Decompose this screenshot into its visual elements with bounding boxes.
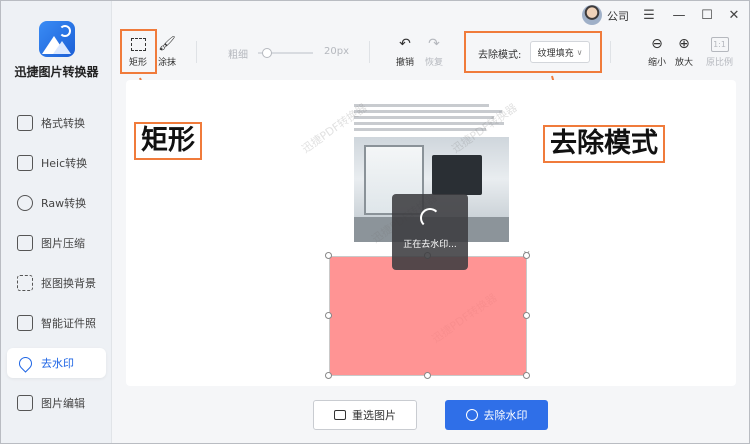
id-photo-icon: [17, 315, 33, 331]
brush-tool-label: 涂抹: [158, 58, 177, 68]
zoom-in-button[interactable]: ⊕ 放大: [675, 36, 693, 68]
menu-icon[interactable]: ☰: [639, 5, 659, 25]
selection-rectangle[interactable]: [329, 256, 527, 376]
resize-handle[interactable]: [325, 252, 332, 259]
maximize-icon[interactable]: ☐: [697, 5, 717, 25]
removal-mode-highlight: [464, 31, 602, 73]
avatar[interactable]: [582, 5, 602, 25]
toolbar: 矩形 🖌 涂抹 粗细 20px ↶ 撤销 ↷ 恢复 去除模式: 纹理填充 ∨ ⊖…: [112, 29, 749, 77]
app-name: 迅捷图片转换器: [14, 65, 99, 79]
loading-spinner-icon: [420, 208, 440, 228]
redo-icon: ↷: [428, 36, 440, 52]
original-ratio-button[interactable]: 1:1 原比例: [706, 36, 733, 68]
zoom-out-button[interactable]: ⊖ 缩小: [648, 36, 666, 68]
zoom-in-icon: ⊕: [678, 36, 690, 52]
sidebar-item-label: Raw转换: [41, 197, 87, 210]
sidebar-item-label: 图片编辑: [41, 397, 85, 410]
resize-handle[interactable]: [523, 312, 530, 319]
undo-icon: ↶: [399, 36, 411, 52]
resize-handle[interactable]: [523, 372, 530, 379]
resize-handle[interactable]: [424, 372, 431, 379]
watermark-drop-icon: [16, 353, 35, 373]
sidebar-item-id-photo[interactable]: 智能证件照: [7, 308, 106, 338]
sidebar-item-label: 智能证件照: [41, 317, 96, 330]
undo-button[interactable]: ↶ 撤销: [396, 36, 414, 68]
app-logo-icon: [39, 21, 75, 57]
resize-handle[interactable]: [523, 252, 530, 259]
toolbar-divider: [610, 41, 611, 63]
zoom-out-icon: ⊖: [651, 36, 663, 52]
sidebar-item-image-edit[interactable]: 图片编辑: [7, 388, 106, 418]
image-edit-icon: [17, 395, 33, 411]
sidebar-item-raw[interactable]: Raw转换: [7, 188, 106, 218]
original-ratio-label: 原比例: [706, 58, 734, 68]
format-convert-icon: [17, 115, 33, 131]
sidebar-item-format-convert[interactable]: 格式转换: [7, 108, 106, 138]
redo-label: 恢复: [425, 58, 444, 68]
rect-tool-highlight: [120, 29, 157, 74]
title-bar: 公司 ☰ — ☐ ✕: [112, 1, 749, 29]
sidebar: 迅捷图片转换器 格式转换 Heic转换 Raw转换 图片压缩 抠图换背景 智能证…: [1, 1, 112, 443]
minimize-icon[interactable]: —: [669, 5, 689, 25]
thickness-slider[interactable]: [258, 48, 313, 58]
sidebar-item-label: 抠图换背景: [41, 277, 96, 290]
remove-watermark-button[interactable]: 去除水印: [445, 400, 548, 430]
brush-tool-button[interactable]: 🖌 涂抹: [158, 36, 176, 68]
zoom-in-label: 放大: [675, 58, 694, 68]
sidebar-item-label: 去水印: [41, 357, 74, 370]
compress-icon: [17, 235, 33, 251]
redo-button[interactable]: ↷ 恢复: [425, 36, 443, 68]
resize-handle[interactable]: [325, 372, 332, 379]
slider-handle[interactable]: [262, 48, 272, 58]
reselect-label: 重选图片: [352, 409, 396, 422]
raw-icon: [17, 195, 33, 211]
image-icon: [334, 410, 346, 420]
thickness-value: 20px: [324, 46, 349, 57]
toolbar-divider: [196, 41, 197, 63]
zoom-out-label: 缩小: [648, 58, 667, 68]
loading-text: 正在去水印...: [403, 240, 457, 250]
undo-label: 撤销: [396, 58, 415, 68]
cutout-icon: [17, 275, 33, 291]
loading-overlay: [392, 194, 468, 270]
sidebar-item-label: 格式转换: [41, 117, 85, 130]
reselect-image-button[interactable]: 重选图片: [313, 400, 417, 430]
resize-handle[interactable]: [325, 312, 332, 319]
sidebar-item-compress[interactable]: 图片压缩: [7, 228, 106, 258]
sidebar-item-heic[interactable]: Heic转换: [7, 148, 106, 178]
sidebar-item-label: Heic转换: [41, 157, 88, 170]
account-label[interactable]: 公司: [607, 8, 629, 24]
heic-icon: [17, 155, 33, 171]
sidebar-item-cutout[interactable]: 抠图换背景: [7, 268, 106, 298]
ratio-value: 1:1: [710, 36, 729, 52]
sidebar-item-watermark[interactable]: 去水印: [7, 348, 106, 378]
thickness-label: 粗细: [228, 50, 248, 61]
mode-callout: 去除模式: [543, 125, 665, 163]
sidebar-item-label: 图片压缩: [41, 237, 85, 250]
remove-watermark-icon: [465, 409, 478, 421]
toolbar-divider: [369, 41, 370, 63]
close-icon[interactable]: ✕: [724, 5, 744, 25]
rect-callout: 矩形: [134, 122, 202, 160]
remove-label: 去除水印: [483, 409, 528, 422]
brush-icon: 🖌: [158, 36, 176, 52]
